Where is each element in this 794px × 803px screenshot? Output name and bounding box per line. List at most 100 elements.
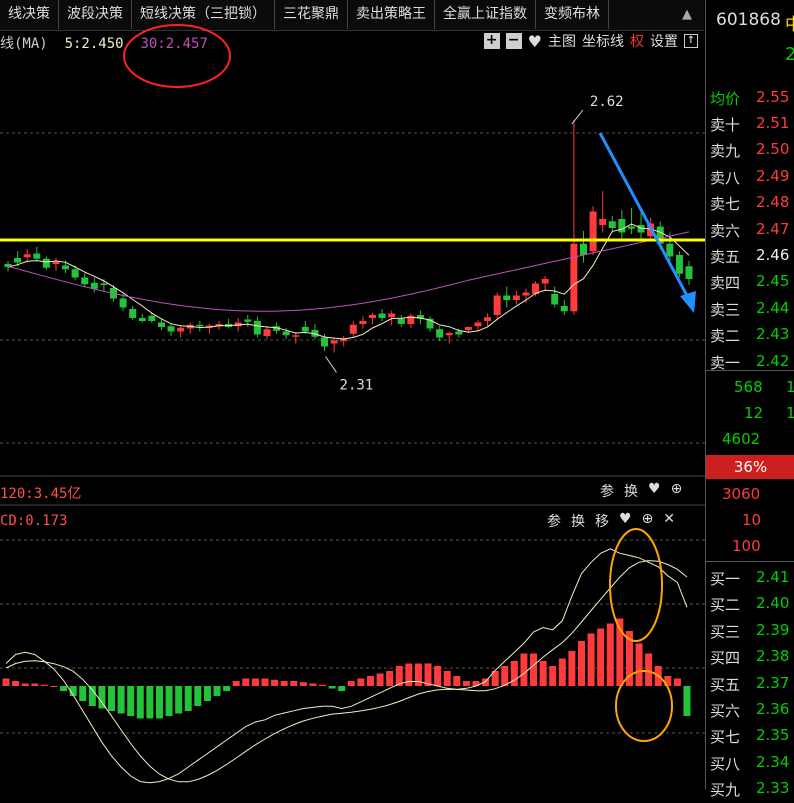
candle-body [244, 319, 252, 322]
candle-body [627, 226, 635, 229]
macd-bar [414, 663, 422, 686]
macd-bar [280, 681, 288, 686]
candle-body [253, 321, 261, 335]
sell-row-3[interactable]: 卖七 2.48 [710, 193, 792, 217]
volume-label: 120:3.45亿 [0, 486, 82, 502]
stat-10: 10 [742, 511, 762, 529]
candle-body [177, 327, 185, 332]
macd-bar [338, 686, 346, 691]
candle-body [119, 298, 127, 308]
candle-body [301, 327, 309, 332]
macd-bar [501, 666, 509, 686]
macd-bar [155, 686, 163, 719]
sell-row-0[interactable]: 卖十 2.51 [710, 114, 792, 138]
book-price: 2.51 [756, 114, 790, 132]
candle-body [436, 329, 444, 338]
buy-row-7[interactable]: 买八 2.34 [710, 753, 792, 777]
book-label: 均价 [710, 90, 741, 108]
candle-body [129, 309, 137, 318]
divider [706, 370, 794, 371]
stat-right-2: 1 [786, 404, 794, 422]
macd-bar [683, 686, 691, 716]
heart-icon[interactable]: ♥ [648, 481, 661, 501]
macd-bar [510, 661, 518, 686]
sell-row-6[interactable]: 卖四 2.45 [710, 272, 792, 296]
buy-row-3[interactable]: 买四 2.38 [710, 647, 792, 671]
candle-body [589, 211, 597, 252]
book-price: 2.47 [756, 219, 790, 238]
macd-bar [40, 684, 48, 686]
sell-row-7[interactable]: 卖三 2.44 [710, 299, 792, 323]
candle-body [474, 322, 482, 327]
macd-move-button[interactable]: 移 [595, 511, 609, 531]
macd-bar [242, 678, 250, 686]
candle-body [368, 315, 376, 318]
macd-bar [117, 686, 125, 714]
macd-bar [568, 651, 576, 686]
close-icon[interactable]: ✕ [663, 511, 675, 531]
candle-body [90, 282, 98, 289]
candle-body [570, 243, 578, 312]
stat-100: 100 [732, 537, 761, 555]
macd-bar [328, 686, 336, 689]
buy-row-0[interactable]: 买一 2.41 [710, 568, 792, 592]
sell-row-8[interactable]: 卖二 2.43 [710, 325, 792, 349]
macd-param-button[interactable]: 参 [547, 511, 561, 531]
percent-badge: 36% [706, 455, 794, 479]
order-book-panel: 601868 中 2 均价 2.55 卖十 2.51 卖九 2.50 卖八 2.49 卖七 2.4… [705, 0, 794, 799]
heart-icon[interactable]: ♥ [619, 511, 632, 531]
book-price: 2.44 [756, 298, 790, 317]
high-marker [571, 109, 584, 125]
candle-body [541, 279, 549, 284]
zoom-icon[interactable]: ⊕ [671, 481, 683, 501]
book-label: 买五 [710, 675, 741, 694]
candle-body [455, 331, 463, 335]
buy-row-1[interactable]: 买二 2.40 [710, 594, 792, 618]
macd-bar [88, 686, 96, 706]
buy-row-4[interactable]: 买五 2.37 [710, 674, 792, 698]
book-price: 2.50 [756, 140, 790, 159]
book-price: 2.35 [756, 726, 790, 745]
avg-price-row[interactable]: 均价 2.55 [710, 88, 792, 112]
candle-body [100, 283, 108, 285]
candle-body [445, 333, 453, 336]
orange-circle-bar [615, 670, 673, 742]
annotations: 2.62 2.31 [123, 24, 696, 394]
candle-body [33, 253, 41, 259]
book-price: 2.48 [756, 193, 790, 212]
candle-body [685, 266, 693, 279]
book-label: 卖三 [710, 300, 741, 319]
buy-row-6[interactable]: 买七 2.35 [710, 726, 792, 750]
book-price: 2.49 [756, 166, 790, 185]
macd-bar [21, 683, 29, 686]
candle-body [522, 292, 530, 296]
sell-row-2[interactable]: 卖八 2.49 [710, 167, 792, 191]
macd-bar [223, 686, 231, 691]
sell-row-1[interactable]: 卖九 2.50 [710, 140, 792, 164]
candle-body [167, 326, 175, 332]
book-price: 2.33 [756, 779, 790, 798]
book-price: 2.42 [756, 351, 790, 370]
vol-param-button[interactable]: 参 [600, 481, 614, 501]
macd-bar [597, 628, 605, 686]
candle-body [579, 243, 587, 255]
sell-row-4[interactable]: 卖六 2.47 [710, 220, 792, 244]
candle-body [42, 258, 50, 268]
macd-switch-button[interactable]: 换 [571, 511, 585, 531]
stock-code: 601868 [716, 10, 781, 30]
buy-row-5[interactable]: 买六 2.36 [710, 700, 792, 724]
candle-body [503, 295, 511, 300]
sell-row-9[interactable]: 卖一 2.42 [710, 352, 792, 376]
buy-row-8[interactable]: 买九 2.33 [710, 779, 792, 803]
buy-row-2[interactable]: 买三 2.39 [710, 621, 792, 645]
vol-switch-button[interactable]: 换 [624, 481, 638, 501]
book-label: 卖五 [710, 248, 741, 266]
book-price: 2.46 [756, 246, 790, 264]
macd-bar [366, 676, 374, 686]
sell-row-5[interactable]: 卖五 2.46 [710, 246, 792, 270]
candle-body [397, 318, 405, 324]
macd-bar [108, 686, 116, 711]
zoom-icon[interactable]: ⊕ [642, 511, 654, 531]
macd-bar [530, 653, 538, 686]
candle-body [330, 340, 338, 344]
